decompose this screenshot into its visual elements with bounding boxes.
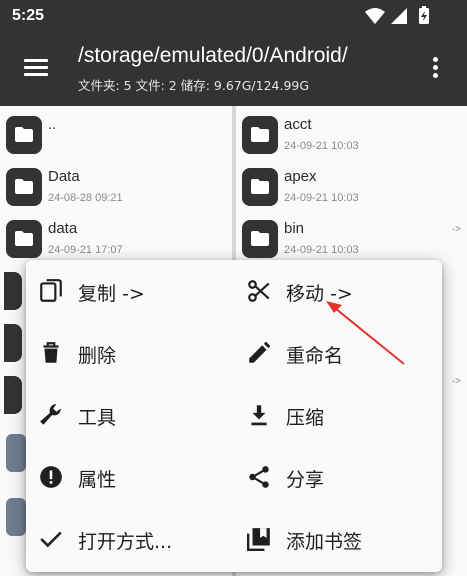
list-item[interactable]: bin 24-09-21 10:03 -> — [236, 214, 467, 266]
list-item[interactable]: acct 24-09-21 10:03 — [236, 110, 467, 162]
symlink-hint: -> — [451, 376, 461, 387]
check-icon — [40, 531, 62, 548]
menu-item-add-bookmark[interactable]: 添加书签 — [234, 514, 442, 564]
wrench-icon — [40, 404, 61, 425]
folder-icon — [242, 220, 278, 258]
menu-item-compress[interactable]: 压缩 — [234, 390, 442, 440]
file-name: data — [48, 220, 78, 237]
folder-icon — [4, 272, 22, 310]
delete-icon — [43, 342, 59, 363]
symlink-hint: -> — [451, 224, 461, 235]
menu-icon[interactable] — [18, 53, 54, 83]
folder-icon — [6, 116, 42, 154]
menu-item-open-with[interactable]: 打开方式... — [26, 514, 234, 564]
file-name: apex — [284, 168, 317, 185]
path-title: /storage/emulated/0/Android/ — [78, 44, 348, 67]
file-date: 24-09-21 10:03 — [284, 140, 359, 152]
list-item[interactable]: .. — [0, 110, 232, 162]
file-name: bin — [284, 220, 305, 237]
menu-label: 分享 — [286, 469, 325, 491]
file-icon — [6, 434, 26, 472]
file-icon — [6, 498, 26, 536]
copy-icon — [40, 279, 62, 302]
folder-icon — [4, 376, 22, 414]
file-date: 24-09-21 10:03 — [284, 192, 359, 204]
file-name: acct — [284, 116, 312, 133]
more-vert-icon[interactable] — [424, 52, 448, 82]
file-date: 24-08-28 09:21 — [48, 192, 123, 204]
cut-icon — [248, 280, 270, 302]
folder-icon — [4, 324, 22, 362]
menu-item-properties[interactable]: 属性 — [26, 452, 234, 502]
menu-label: 添加书签 — [286, 531, 363, 553]
folder-icon — [6, 220, 42, 258]
list-item[interactable]: Data 24-08-28 09:21 — [0, 162, 232, 214]
file-name: Data — [48, 168, 80, 185]
menu-label: 属性 — [78, 469, 117, 491]
bookmark-icon — [246, 528, 270, 552]
menu-label: 删除 — [78, 345, 117, 367]
list-item[interactable]: data 24-09-21 17:07 — [0, 214, 232, 266]
edit-icon — [249, 341, 271, 363]
annotation-arrow — [326, 301, 405, 365]
menu-item-copy[interactable]: 复制 -> — [26, 266, 234, 316]
share-icon — [249, 466, 269, 488]
menu-label: 复制 -> — [78, 283, 145, 305]
list-item[interactable]: apex 24-09-21 10:03 — [236, 162, 467, 214]
menu-label: 工具 — [78, 407, 117, 429]
folder-icon — [6, 168, 42, 206]
storage-summary: 文件夹: 5 文件: 2 储存: 9.67G/124.99G — [78, 78, 310, 93]
menu-label: 打开方式... — [78, 531, 173, 553]
app-bar: 5:25 /storage/emulated/0/Android/ 文件夹: 5… — [0, 0, 467, 106]
menu-label: 压缩 — [286, 407, 325, 429]
download-icon — [251, 405, 267, 426]
menu-item-share[interactable]: 分享 — [234, 452, 442, 502]
menu-item-delete[interactable]: 删除 — [26, 328, 234, 378]
status-time: 5:25 — [12, 7, 45, 24]
folder-icon — [242, 116, 278, 154]
file-date: 24-09-21 10:03 — [284, 244, 359, 256]
folder-icon — [242, 168, 278, 206]
info-icon — [40, 466, 62, 488]
file-date: 24-09-21 17:07 — [48, 244, 123, 256]
status-icons — [365, 6, 429, 24]
file-name: .. — [48, 116, 57, 133]
menu-item-tools[interactable]: 工具 — [26, 390, 234, 440]
